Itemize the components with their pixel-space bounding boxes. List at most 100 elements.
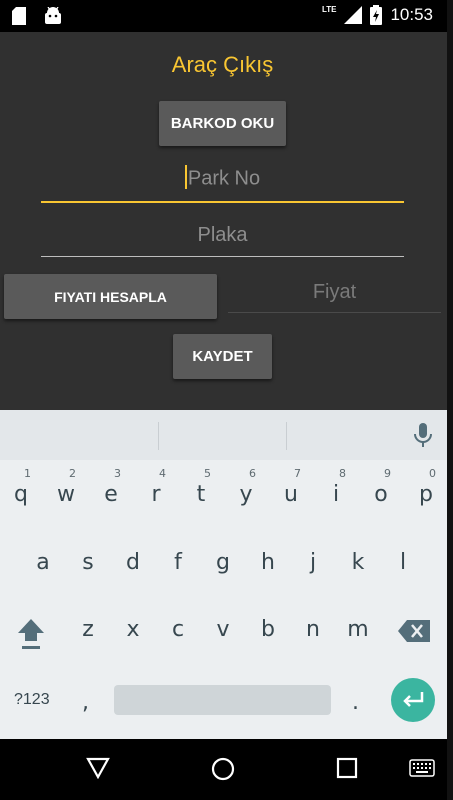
key-label: u xyxy=(284,482,298,507)
exit-form-screen: Araç Çıkış BARKOD OKU Park No Plaka FIYA… xyxy=(0,32,447,410)
key-hint: 3 xyxy=(114,467,121,480)
back-icon[interactable] xyxy=(86,757,110,779)
key-label: f xyxy=(174,550,182,575)
key-hint: 1 xyxy=(24,467,31,480)
key-e[interactable]: e3 xyxy=(99,467,123,507)
key-l[interactable]: l xyxy=(391,550,415,575)
text-cursor xyxy=(184,165,187,189)
period-key[interactable]: . xyxy=(352,690,359,715)
key-f[interactable]: f xyxy=(166,550,190,575)
battery-charging-icon xyxy=(370,5,383,25)
key-label: g xyxy=(216,550,230,575)
key-hint: 0 xyxy=(429,467,436,480)
park-no-placeholder: Park No xyxy=(187,167,261,190)
key-g[interactable]: g xyxy=(211,550,235,575)
screen-edge xyxy=(447,0,453,800)
space-key[interactable] xyxy=(114,685,331,715)
recent-apps-icon[interactable] xyxy=(336,757,358,779)
key-label: v xyxy=(216,617,230,642)
status-bar: LTE 10:53 xyxy=(0,0,447,32)
key-y[interactable]: y6 xyxy=(234,467,258,507)
key-label: p xyxy=(419,482,433,507)
key-label: l xyxy=(399,550,407,575)
soft-keyboard: q1w2e3r4t5y6u7i8o9p0 asdfghjkl zxcvbnm ?… xyxy=(0,410,447,739)
key-k[interactable]: k xyxy=(346,550,370,575)
price-placeholder: Fiyat xyxy=(312,281,357,303)
read-barcode-button[interactable]: BARKOD OKU xyxy=(159,101,286,146)
key-i[interactable]: i8 xyxy=(324,467,348,507)
key-label: c xyxy=(171,617,185,642)
key-label: h xyxy=(261,550,275,575)
key-label: q xyxy=(14,482,28,507)
key-label: m xyxy=(347,617,369,642)
key-label: a xyxy=(36,550,50,575)
plate-field[interactable]: Plaka xyxy=(41,224,404,257)
key-j[interactable]: j xyxy=(301,550,325,575)
key-t[interactable]: t5 xyxy=(189,467,213,507)
android-icon xyxy=(45,7,61,24)
key-hint: 7 xyxy=(294,467,301,480)
key-label: j xyxy=(309,550,317,575)
key-label: r xyxy=(151,482,161,507)
key-label: k xyxy=(351,550,365,575)
park-no-field[interactable]: Park No xyxy=(41,165,404,203)
key-o[interactable]: o9 xyxy=(369,467,393,507)
key-hint: 4 xyxy=(159,467,166,480)
key-label: t xyxy=(196,482,206,507)
signal-icon xyxy=(344,6,363,24)
key-q[interactable]: q1 xyxy=(9,467,33,507)
key-n[interactable]: n xyxy=(301,617,325,642)
key-hint: 5 xyxy=(204,467,211,480)
navigation-bar xyxy=(0,739,447,800)
key-hint: 6 xyxy=(249,467,256,480)
key-p[interactable]: p0 xyxy=(414,467,438,507)
backspace-icon[interactable] xyxy=(398,620,430,642)
key-s[interactable]: s xyxy=(76,550,100,575)
enter-key[interactable] xyxy=(391,678,435,722)
enter-icon xyxy=(403,692,424,707)
key-c[interactable]: c xyxy=(166,617,190,642)
key-a[interactable]: a xyxy=(31,550,55,575)
key-label: b xyxy=(261,617,275,642)
key-m[interactable]: m xyxy=(346,617,370,642)
key-x[interactable]: x xyxy=(121,617,145,642)
key-b[interactable]: b xyxy=(256,617,280,642)
key-d[interactable]: d xyxy=(121,550,145,575)
suggestion-divider xyxy=(158,422,159,450)
key-label: w xyxy=(57,482,75,507)
key-hint: 9 xyxy=(384,467,391,480)
suggestion-divider xyxy=(286,422,287,450)
key-hint: 8 xyxy=(339,467,346,480)
suggestion-strip[interactable] xyxy=(0,410,447,460)
keyboard-switch-icon[interactable] xyxy=(409,759,435,777)
key-z[interactable]: z xyxy=(76,617,100,642)
key-label: n xyxy=(306,617,320,642)
plate-placeholder: Plaka xyxy=(197,224,248,246)
key-label: x xyxy=(126,617,140,642)
page-title: Araç Çıkış xyxy=(171,52,274,77)
shift-icon[interactable] xyxy=(16,617,46,649)
key-label: y xyxy=(239,482,253,507)
network-type-label: LTE xyxy=(321,4,337,14)
clock: 10:53 xyxy=(390,5,433,24)
microphone-icon[interactable] xyxy=(414,423,432,447)
key-r[interactable]: r4 xyxy=(144,467,168,507)
calculate-price-button[interactable]: FIYATI HESAPLA xyxy=(4,274,217,319)
home-icon[interactable] xyxy=(211,757,235,781)
key-label: i xyxy=(332,482,340,507)
sd-card-icon xyxy=(12,7,26,25)
key-label: d xyxy=(126,550,140,575)
key-label: e xyxy=(104,482,118,507)
key-hint: 2 xyxy=(69,467,76,480)
key-u[interactable]: u7 xyxy=(279,467,303,507)
key-w[interactable]: w2 xyxy=(54,467,78,507)
key-label: s xyxy=(82,550,94,575)
save-button[interactable]: KAYDET xyxy=(173,334,272,379)
key-label: o xyxy=(374,482,388,507)
price-field[interactable]: Fiyat xyxy=(228,281,441,313)
key-v[interactable]: v xyxy=(211,617,235,642)
key-label: z xyxy=(82,617,94,642)
symbols-key[interactable]: ?123 xyxy=(14,691,50,709)
key-h[interactable]: h xyxy=(256,550,280,575)
comma-key[interactable]: , xyxy=(82,690,89,715)
